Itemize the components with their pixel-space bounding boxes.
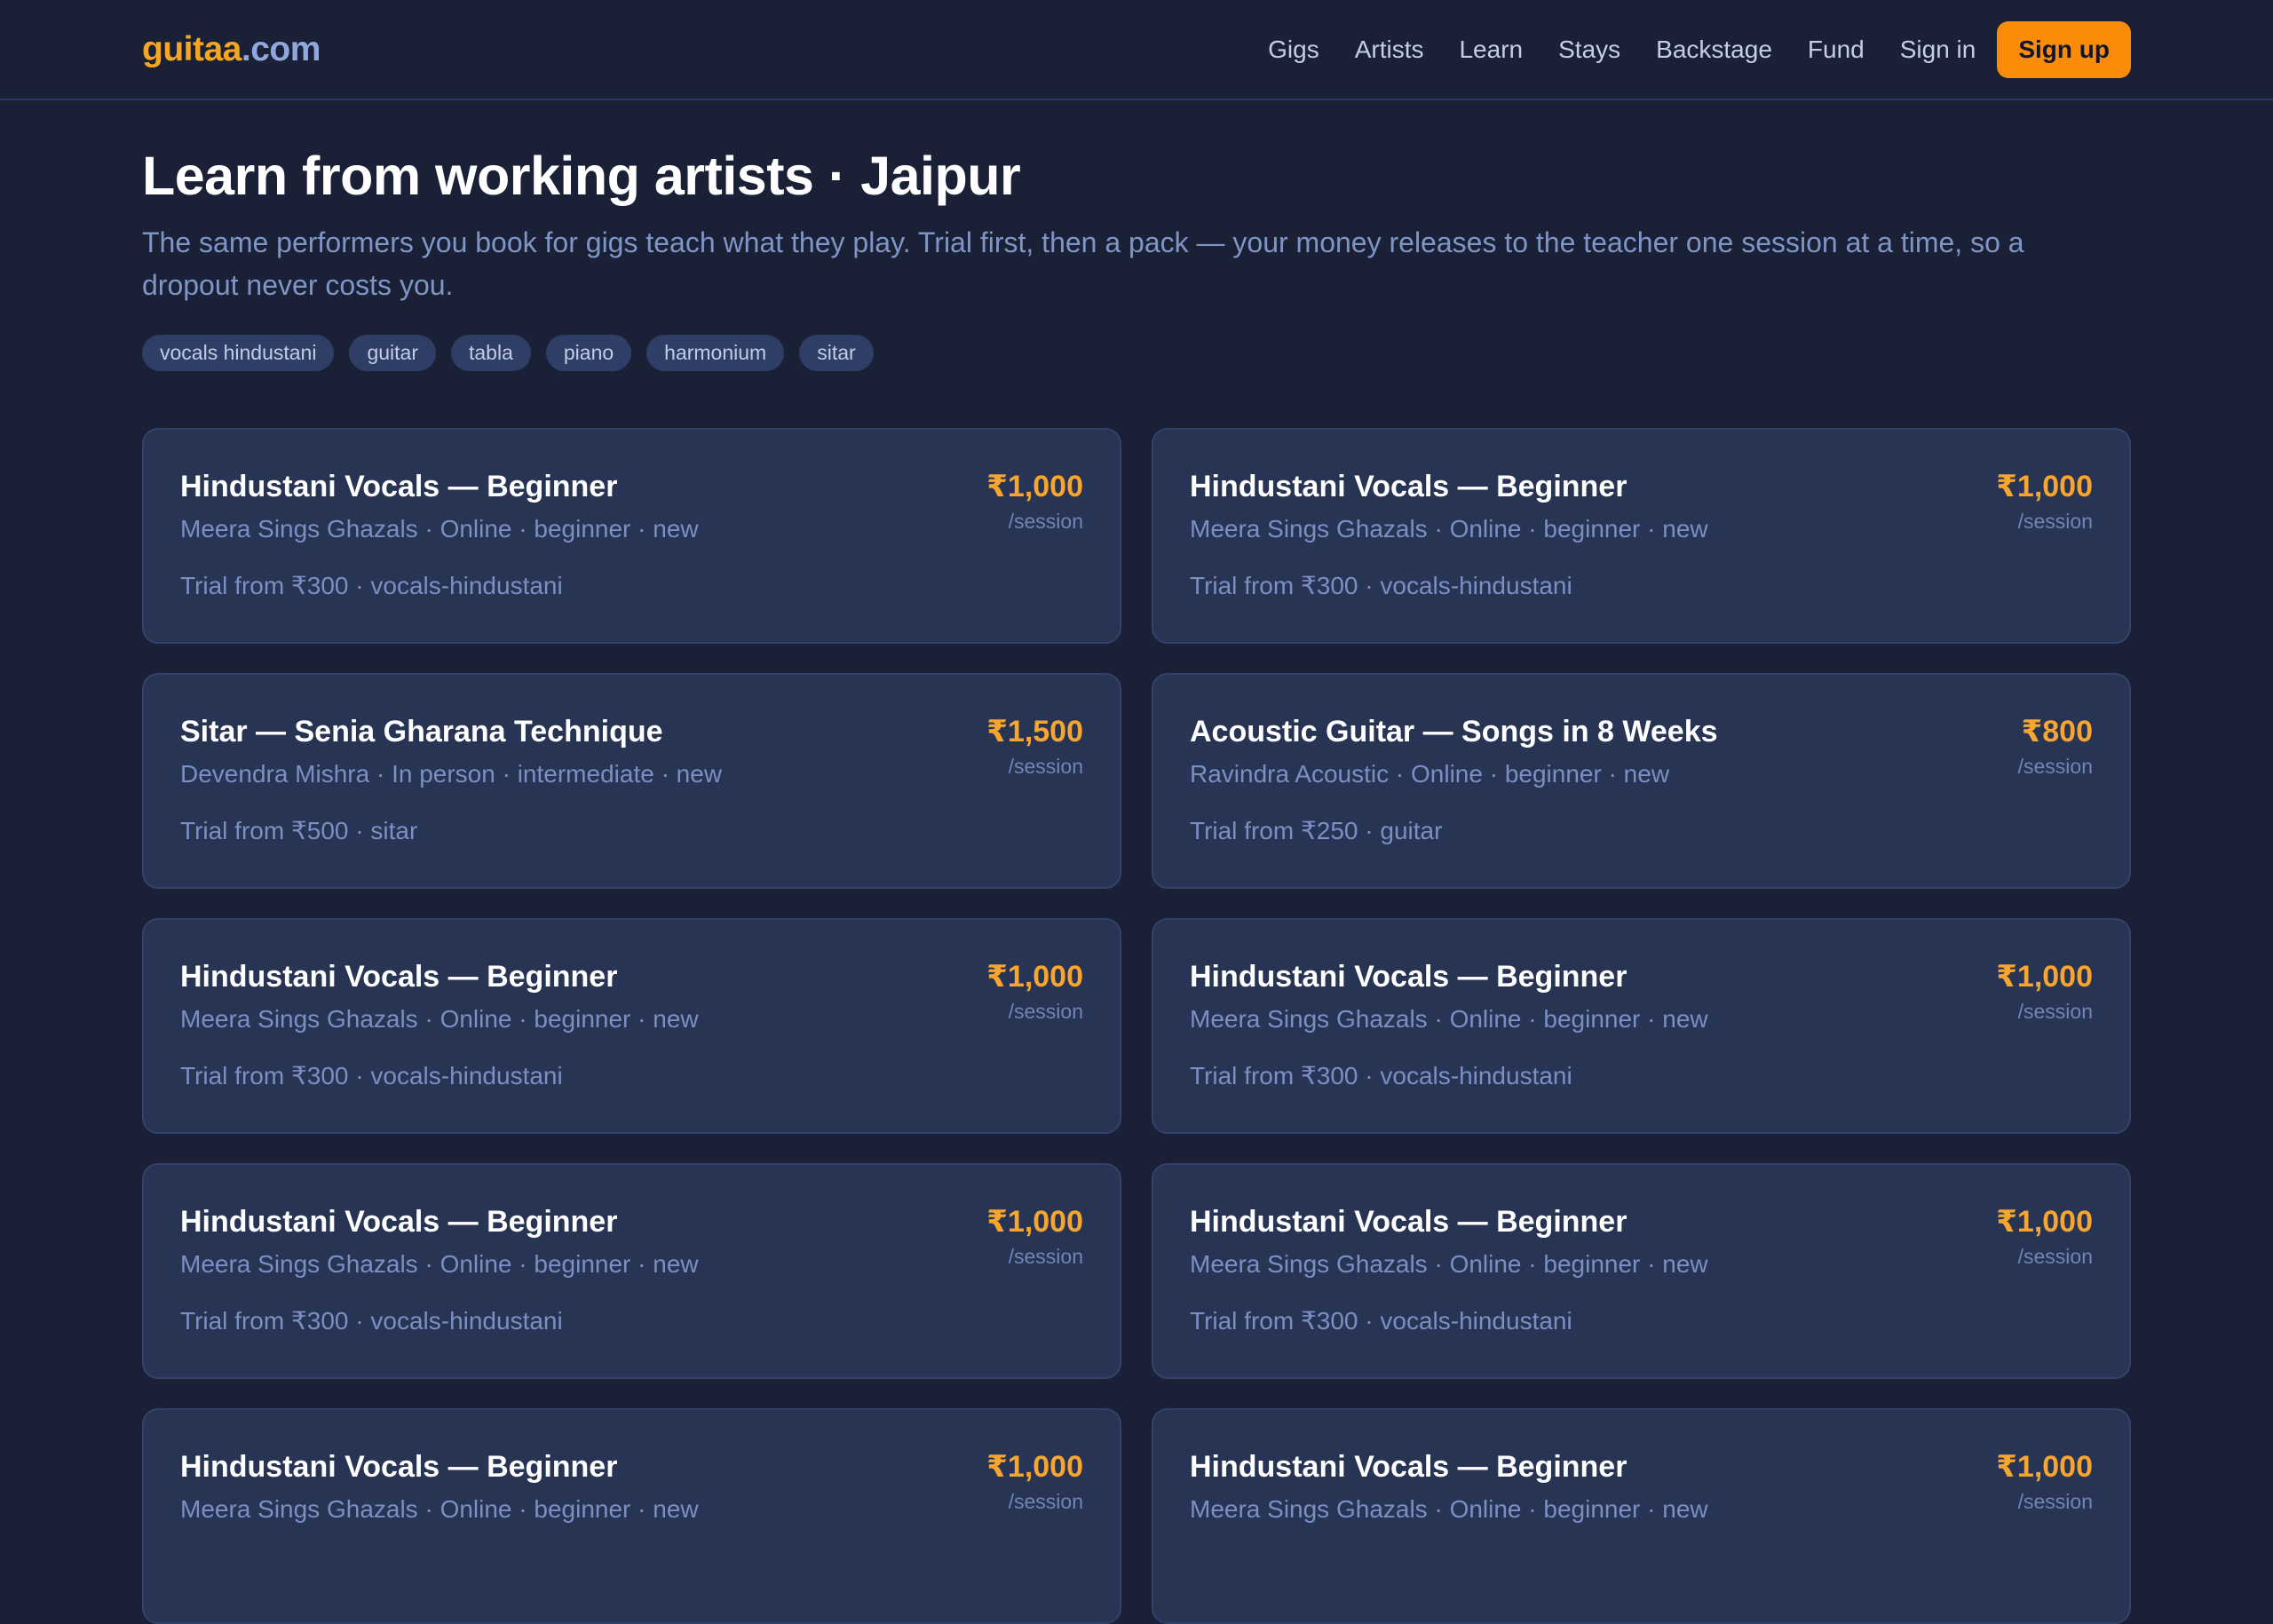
lesson-title: Hindustani Vocals — Beginner [1190, 960, 1628, 994]
lesson-card[interactable]: Acoustic Guitar — Songs in 8 Weeks Ravin… [1152, 673, 2131, 889]
lesson-title: Hindustani Vocals — Beginner [180, 1450, 618, 1484]
lesson-trial: Trial from ₹300 · vocals-hindustani [180, 1307, 563, 1335]
nav-link-stays[interactable]: Stays [1558, 21, 1620, 78]
sign-in-link[interactable]: Sign in [1900, 21, 1976, 78]
lesson-trial: Trial from ₹500 · sitar [180, 817, 418, 844]
lesson-title: Hindustani Vocals — Beginner [1190, 470, 1628, 503]
lesson-title: Hindustani Vocals — Beginner [180, 960, 618, 994]
lesson-card[interactable]: Hindustani Vocals — Beginner Meera Sings… [142, 1408, 1121, 1624]
lesson-price: ₹1,000 [986, 960, 1083, 994]
lesson-trial: Trial from ₹250 · guitar [1190, 817, 1443, 844]
page-subtitle: The same performers you book for gigs te… [142, 226, 2024, 301]
lesson-card[interactable]: Sitar — Senia Gharana Technique Devendra… [142, 673, 1121, 889]
lesson-trial: Trial from ₹300 · vocals-hindustani [180, 572, 563, 599]
price-unit: /session [2017, 755, 2093, 778]
price-unit: /session [1008, 1490, 1083, 1513]
lesson-price: ₹1,000 [986, 1205, 1083, 1239]
lesson-title: Hindustani Vocals — Beginner [1190, 1450, 1628, 1484]
lesson-price: ₹1,000 [1996, 470, 2093, 503]
page-title: Learn from working artists · Jaipur [142, 146, 1021, 206]
lesson-card[interactable]: Hindustani Vocals — Beginner Meera Sings… [1152, 428, 2131, 644]
tag-tabla[interactable]: tabla [451, 335, 531, 371]
price-unit: /session [1008, 1245, 1083, 1268]
lesson-price: ₹1,000 [1996, 1450, 2093, 1484]
lesson-meta: Meera Sings Ghazals · Online · beginner … [1190, 1250, 1708, 1278]
lesson-meta: Devendra Mishra · In person · intermedia… [180, 760, 723, 788]
price-unit: /session [2017, 1000, 2093, 1023]
top-navigation-bar: guitaa.com Gigs Artists Learn Stays Back… [0, 0, 2273, 100]
lesson-title: Hindustani Vocals — Beginner [180, 1205, 618, 1239]
price-unit: /session [2017, 1245, 2093, 1268]
lesson-price: ₹1,500 [986, 715, 1083, 749]
logo-tld: .com [241, 30, 321, 68]
logo-brand: guitaa [142, 30, 242, 68]
lesson-meta: Ravindra Acoustic · Online · beginner · … [1190, 760, 1670, 788]
price-unit: /session [2017, 1490, 2093, 1513]
instrument-filter-tags: vocals hindustani guitar tabla piano har… [142, 335, 874, 371]
site-logo[interactable]: guitaa.com [142, 29, 321, 70]
lesson-trial: Trial from ₹300 · vocals-hindustani [1190, 1062, 1572, 1089]
price-unit: /session [1008, 1000, 1083, 1023]
price-unit: /session [1008, 510, 1083, 533]
lesson-card[interactable]: Hindustani Vocals — Beginner Meera Sings… [142, 918, 1121, 1134]
lesson-meta: Meera Sings Ghazals · Online · beginner … [180, 515, 699, 543]
nav-link-artists[interactable]: Artists [1355, 21, 1424, 78]
lesson-price: ₹1,000 [1996, 1205, 2093, 1239]
lesson-meta: Meera Sings Ghazals · Online · beginner … [180, 1495, 699, 1523]
lesson-trial: Trial from ₹300 · vocals-hindustani [1190, 1307, 1572, 1335]
lesson-card-grid: Hindustani Vocals — Beginner Meera Sings… [142, 428, 2131, 1624]
tag-vocals-hindustani[interactable]: vocals hindustani [142, 335, 335, 371]
lesson-meta: Meera Sings Ghazals · Online · beginner … [180, 1250, 699, 1278]
lesson-title: Hindustani Vocals — Beginner [180, 470, 618, 503]
lesson-meta: Meera Sings Ghazals · Online · beginner … [1190, 515, 1708, 543]
main-nav: Gigs Artists Learn Stays Backstage Fund … [1268, 21, 2131, 78]
lesson-card[interactable]: Hindustani Vocals — Beginner Meera Sings… [1152, 918, 2131, 1134]
lesson-price: ₹1,000 [986, 1450, 1083, 1484]
lesson-trial: Trial from ₹300 · vocals-hindustani [180, 1062, 563, 1089]
nav-link-backstage[interactable]: Backstage [1656, 21, 1772, 78]
nav-link-fund[interactable]: Fund [1808, 21, 1865, 78]
sign-up-button[interactable]: Sign up [1997, 21, 2131, 78]
lesson-price: ₹800 [2021, 715, 2093, 749]
lesson-trial: Trial from ₹300 · vocals-hindustani [1190, 572, 1572, 599]
lesson-title: Acoustic Guitar — Songs in 8 Weeks [1190, 715, 1718, 749]
tag-sitar[interactable]: sitar [799, 335, 874, 371]
lesson-meta: Meera Sings Ghazals · Online · beginner … [1190, 1495, 1708, 1523]
lesson-title: Sitar — Senia Gharana Technique [180, 715, 663, 749]
tag-guitar[interactable]: guitar [349, 335, 436, 371]
lesson-meta: Meera Sings Ghazals · Online · beginner … [180, 1005, 699, 1033]
lesson-card[interactable]: Hindustani Vocals — Beginner Meera Sings… [142, 1163, 1121, 1379]
lesson-title: Hindustani Vocals — Beginner [1190, 1205, 1628, 1239]
lesson-card[interactable]: Hindustani Vocals — Beginner Meera Sings… [142, 428, 1121, 644]
lesson-card[interactable]: Hindustani Vocals — Beginner Meera Sings… [1152, 1408, 2131, 1624]
lesson-meta: Meera Sings Ghazals · Online · beginner … [1190, 1005, 1708, 1033]
lesson-card[interactable]: Hindustani Vocals — Beginner Meera Sings… [1152, 1163, 2131, 1379]
lesson-price: ₹1,000 [986, 470, 1083, 503]
tag-piano[interactable]: piano [545, 335, 632, 371]
nav-link-gigs[interactable]: Gigs [1268, 21, 1319, 78]
tag-harmonium[interactable]: harmonium [646, 335, 785, 371]
price-unit: /session [2017, 510, 2093, 533]
price-unit: /session [1008, 755, 1083, 778]
lesson-price: ₹1,000 [1996, 960, 2093, 994]
nav-link-learn[interactable]: Learn [1459, 21, 1523, 78]
